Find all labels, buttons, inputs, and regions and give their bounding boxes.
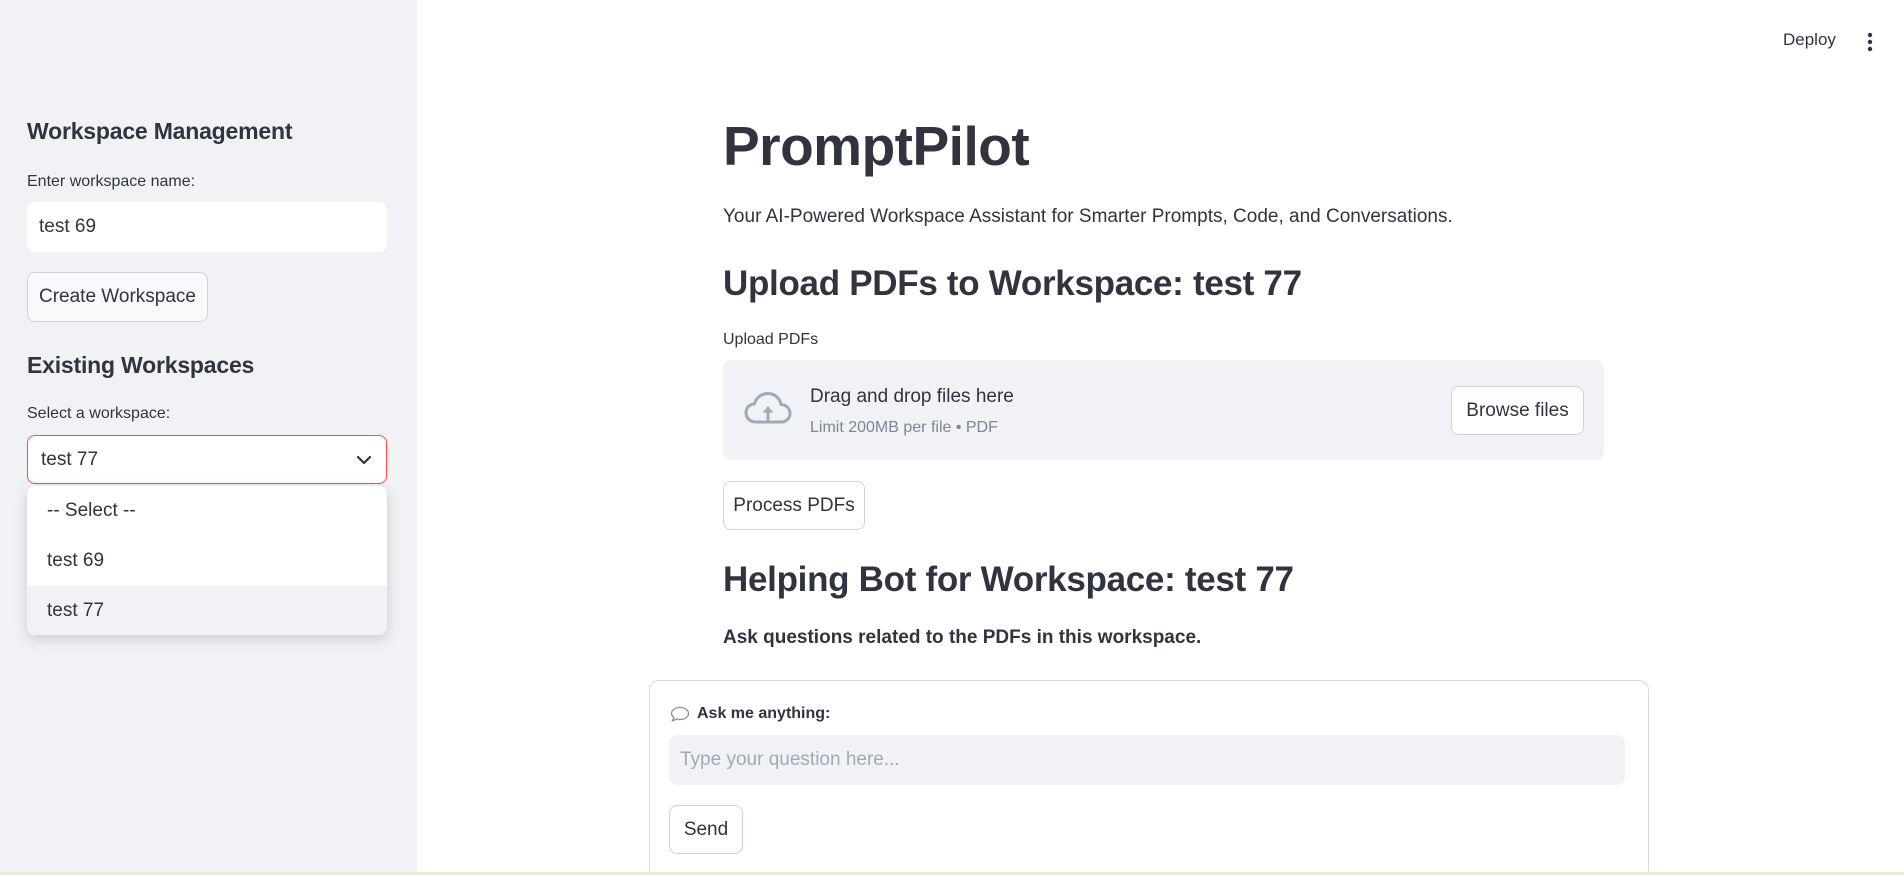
upload-label: Upload PDFs: [723, 331, 819, 348]
kebab-menu-icon[interactable]: [1860, 30, 1880, 54]
chat-label: Ask me anything:: [670, 705, 830, 723]
workspace-name-input[interactable]: test 69: [27, 202, 387, 252]
dropzone-limit: Limit 200MB per file • PDF: [810, 419, 998, 436]
file-dropzone[interactable]: Drag and drop files here Limit 200MB per…: [723, 360, 1604, 460]
dropdown-option[interactable]: -- Select --: [27, 486, 387, 536]
page-subtitle: Your AI-Powered Workspace Assistant for …: [723, 206, 1453, 227]
bot-heading: Helping Bot for Workspace: test 77: [723, 560, 1294, 599]
chevron-down-icon[interactable]: [355, 451, 373, 469]
select-workspace-label: Select a workspace:: [27, 405, 171, 422]
send-button[interactable]: Send: [669, 805, 743, 854]
workspace-name-label: Enter workspace name:: [27, 173, 196, 190]
dropdown-option-selected[interactable]: test 77: [27, 586, 387, 635]
app-root: Workspace Management Enter workspace nam…: [0, 0, 1904, 875]
dropzone-text: Drag and drop files here: [810, 386, 1014, 407]
workspace-select[interactable]: test 77: [27, 435, 387, 484]
chat-form: Ask me anything: Type your question here…: [649, 680, 1649, 875]
workspace-management-heading: Workspace Management: [27, 118, 293, 144]
chat-label-text: Ask me anything:: [697, 705, 831, 722]
speech-bubble-icon: [670, 706, 690, 722]
process-pdfs-button[interactable]: Process PDFs: [723, 481, 865, 530]
question-input[interactable]: Type your question here...: [669, 735, 1625, 785]
workspace-select-value: test 77: [41, 448, 99, 470]
deploy-button[interactable]: Deploy: [1783, 30, 1836, 50]
dropdown-option[interactable]: test 69: [27, 536, 387, 586]
existing-workspaces-heading: Existing Workspaces: [27, 352, 255, 378]
page-title: PromptPilot: [723, 115, 1030, 177]
bot-note: Ask questions related to the PDFs in thi…: [723, 627, 1202, 648]
sidebar: Workspace Management Enter workspace nam…: [0, 0, 417, 875]
create-workspace-button[interactable]: Create Workspace: [27, 272, 208, 322]
browse-files-button[interactable]: Browse files: [1451, 386, 1584, 435]
cloud-upload-icon: [743, 390, 793, 430]
question-placeholder: Type your question here...: [680, 749, 900, 770]
workspace-dropdown-menu: -- Select -- test 69 test 77: [27, 486, 387, 635]
workspace-name-value: test 69: [39, 216, 97, 237]
upload-heading: Upload PDFs to Workspace: test 77: [723, 264, 1302, 303]
